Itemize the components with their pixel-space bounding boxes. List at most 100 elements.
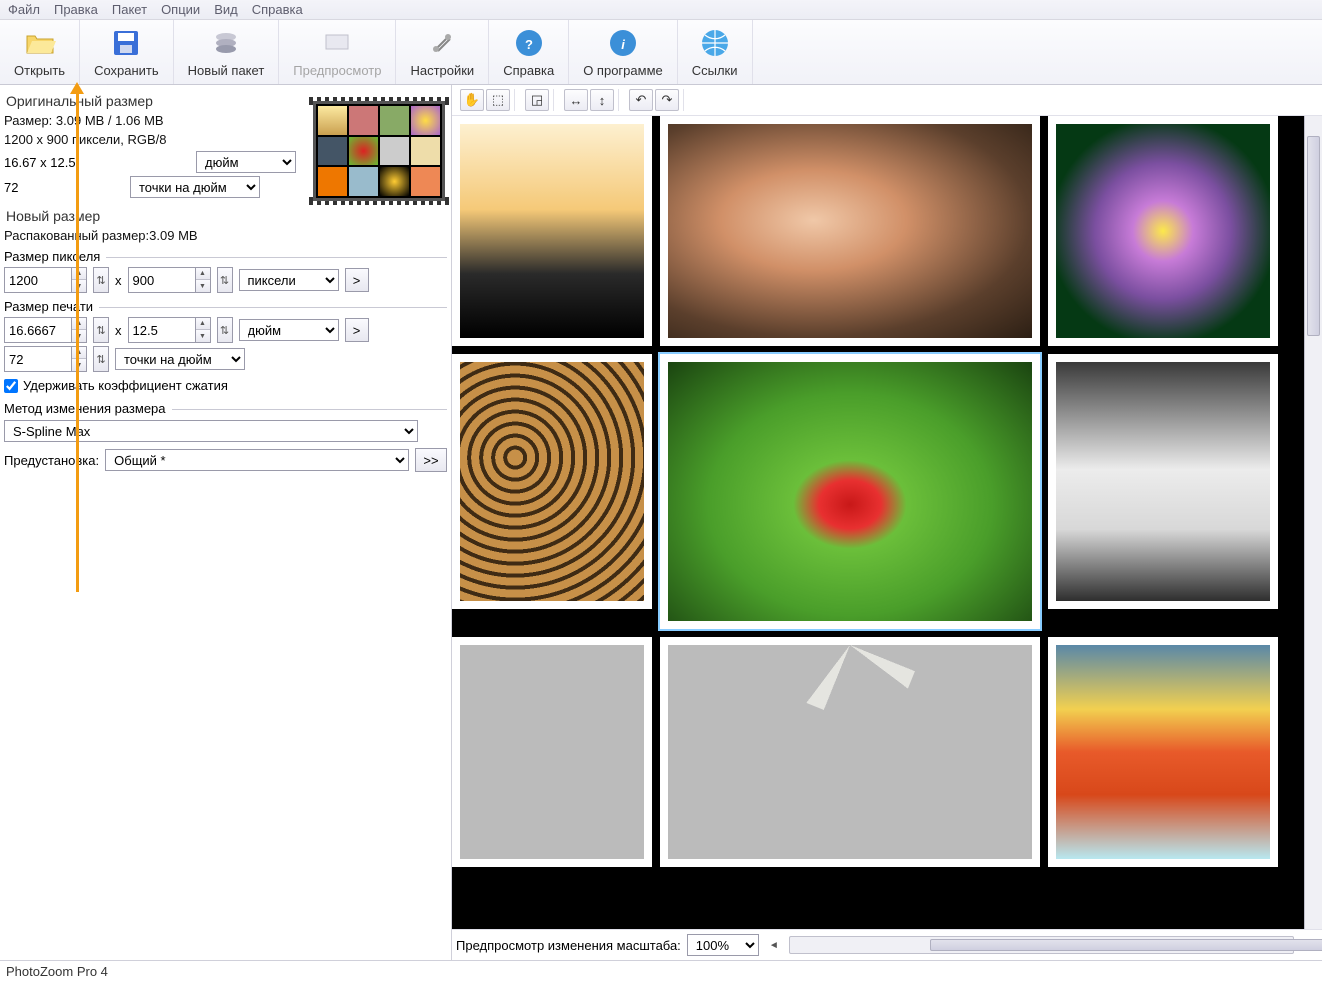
vertical-scrollbar[interactable] [1304, 116, 1322, 929]
collage-photo [660, 116, 1040, 346]
collage-photo [660, 637, 1040, 867]
preset-more-button[interactable]: >> [415, 448, 447, 472]
save-icon [109, 26, 143, 60]
hand-tool-button[interactable]: ✋ [460, 89, 484, 111]
batch-icon [209, 26, 243, 60]
main-toolbar: Открыть Сохранить Новый пакет Предпросмо… [0, 20, 1322, 85]
keep-ratio-checkbox[interactable]: Удерживать коэффициент сжатия [4, 378, 447, 393]
dpi-unit-select[interactable]: точки на дюйм [115, 348, 245, 370]
undo-button[interactable]: ↶ [629, 89, 653, 111]
pixel-size-label: Размер пикселя [4, 249, 100, 264]
status-bar: PhotoZoom Pro 4 [0, 960, 1322, 982]
dpi-spinner[interactable]: ▲▼ [72, 346, 87, 372]
open-label: Открыть [14, 63, 65, 78]
collage-photo [1048, 116, 1278, 346]
preview-label: Предпросмотр [293, 63, 381, 78]
collage-photo [452, 354, 652, 609]
about-label: О программе [583, 63, 663, 78]
preview-area: ✋ ⬚ ◲ ↔ ↕ ↶ ↷ [452, 85, 1322, 960]
print-width-input[interactable] [4, 317, 72, 343]
print-height-input[interactable] [128, 317, 196, 343]
save-button[interactable]: Сохранить [80, 20, 174, 84]
keep-ratio-input[interactable] [4, 379, 18, 393]
settings-icon [425, 26, 459, 60]
fit-height-button[interactable]: ↕ [590, 89, 614, 111]
new-batch-label: Новый пакет [188, 63, 265, 78]
new-size-title: Новый размер [6, 208, 447, 224]
settings-label: Настройки [410, 63, 474, 78]
new-batch-button[interactable]: Новый пакет [174, 20, 280, 84]
width-spinner[interactable]: ▲▼ [72, 267, 87, 293]
save-label: Сохранить [94, 63, 159, 78]
help-icon: ? [512, 26, 546, 60]
preview-canvas[interactable] [452, 116, 1304, 929]
links-button[interactable]: Ссылки [678, 20, 753, 84]
preset-select[interactable]: Общий * [105, 449, 409, 471]
preview-icon [320, 26, 354, 60]
fit-width-button[interactable]: ↔ [564, 89, 588, 111]
menu-batch[interactable]: Пакет [112, 2, 147, 17]
redo-button[interactable]: ↷ [655, 89, 679, 111]
keep-ratio-label: Удерживать коэффициент сжатия [23, 378, 228, 393]
original-unit-select[interactable]: дюйм [196, 151, 296, 173]
crop-tool-button[interactable]: ◲ [525, 89, 549, 111]
height-link-button[interactable]: ⇅ [217, 267, 233, 293]
horizontal-scrollbar[interactable] [789, 936, 1294, 954]
settings-button[interactable]: Настройки [396, 20, 489, 84]
preview-toolbar: ✋ ⬚ ◲ ↔ ↕ ↶ ↷ [452, 85, 1322, 116]
thumbnail-preview[interactable] [313, 101, 445, 201]
ph-spinner[interactable]: ▲▼ [196, 317, 211, 343]
dpi-link-button[interactable]: ⇅ [93, 346, 109, 372]
svg-text:i: i [621, 37, 625, 52]
sidebar: Оригинальный размер Размер: 3.09 MB / 1.… [0, 85, 452, 960]
unpacked-size-text: Распакованный размер:3.09 MB [4, 228, 447, 243]
method-select[interactable]: S-Spline Max [4, 420, 418, 442]
folder-open-icon [23, 26, 57, 60]
about-button[interactable]: i О программе [569, 20, 678, 84]
width-input[interactable] [4, 267, 72, 293]
collage-photo [1048, 637, 1278, 867]
links-label: Ссылки [692, 63, 738, 78]
svg-text:?: ? [525, 37, 533, 52]
width-link-button[interactable]: ⇅ [93, 267, 109, 293]
info-icon: i [606, 26, 640, 60]
height-spinner[interactable]: ▲▼ [196, 267, 211, 293]
pixel-unit-select[interactable]: пиксели [239, 269, 339, 291]
collage-photo-selected [660, 354, 1040, 629]
x-label: x [115, 273, 122, 288]
pw-link-button[interactable]: ⇅ [93, 317, 109, 343]
menu-options[interactable]: Опции [161, 2, 200, 17]
zoom-label: Предпросмотр изменения масштаба: [456, 938, 681, 953]
original-dpi-unit-select[interactable]: точки на дюйм [130, 176, 260, 198]
marquee-tool-button[interactable]: ⬚ [486, 89, 510, 111]
collage-photo [452, 116, 652, 346]
original-dpi-text: 72 [4, 180, 124, 195]
collage-photo [1048, 354, 1278, 609]
menu-bar: Файл Правка Пакет Опции Вид Справка [0, 0, 1322, 20]
menu-help[interactable]: Справка [252, 2, 303, 17]
collage-photo [452, 637, 652, 867]
globe-icon [698, 26, 732, 60]
print-size-label: Размер печати [4, 299, 93, 314]
annotation-arrow [76, 92, 79, 592]
height-input[interactable] [128, 267, 196, 293]
zoom-select[interactable]: 100% [687, 934, 759, 956]
preset-label: Предустановка: [4, 453, 99, 468]
ph-link-button[interactable]: ⇅ [217, 317, 233, 343]
pw-spinner[interactable]: ▲▼ [72, 317, 87, 343]
x-label-2: x [115, 323, 122, 338]
menu-file[interactable]: Файл [8, 2, 40, 17]
help-button[interactable]: ? Справка [489, 20, 569, 84]
help-label: Справка [503, 63, 554, 78]
print-apply-button[interactable]: > [345, 318, 369, 342]
open-button[interactable]: Открыть [0, 20, 80, 84]
original-physical-text: 16.67 x 12.5 [4, 155, 190, 170]
preview-button[interactable]: Предпросмотр [279, 20, 396, 84]
resize-method-label: Метод изменения размера [4, 401, 166, 416]
print-unit-select[interactable]: дюйм [239, 319, 339, 341]
menu-edit[interactable]: Правка [54, 2, 98, 17]
scroll-left-button[interactable]: ◄ [765, 936, 783, 954]
pixel-apply-button[interactable]: > [345, 268, 369, 292]
dpi-input[interactable] [4, 346, 72, 372]
menu-view[interactable]: Вид [214, 2, 238, 17]
